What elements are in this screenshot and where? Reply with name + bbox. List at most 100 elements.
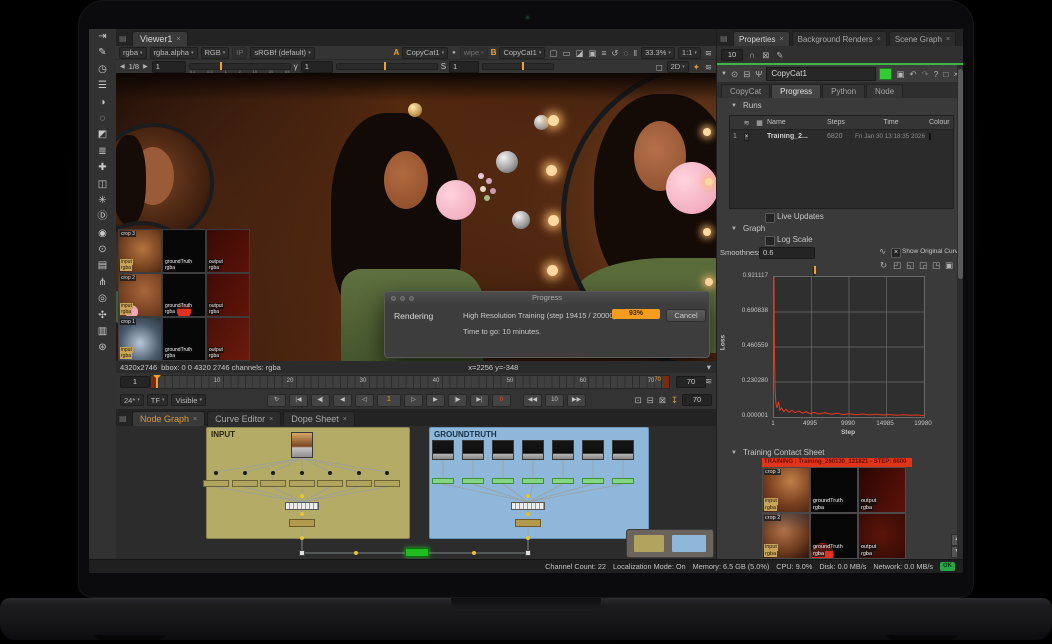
goto-start-button[interactable]: |◀ (289, 394, 308, 407)
viewer-tab[interactable]: Viewer1 × (132, 31, 188, 46)
shuffle-node[interactable] (515, 519, 541, 527)
viewer-canvas[interactable]: crop 3 inputrgba groundTruthrgba outputr… (116, 73, 716, 361)
read-node[interactable] (462, 440, 484, 460)
shuffle-green-node[interactable] (432, 478, 454, 484)
shuffle-green-node[interactable] (522, 478, 544, 484)
pane-grip-icon[interactable]: ▤ (119, 33, 129, 44)
proxy-ratio-dropdown[interactable]: 1:1▾ (678, 47, 701, 59)
close-icon[interactable]: × (193, 416, 197, 423)
wipe-center-icon[interactable]: ● (451, 48, 457, 58)
cancel-button[interactable]: Cancel (666, 309, 706, 322)
node-color-swatch[interactable] (879, 68, 892, 80)
shuffle-green-node[interactable] (582, 478, 604, 484)
plot-area[interactable] (773, 276, 925, 418)
tab-background-renders[interactable]: Background Renders × (792, 31, 887, 46)
roi-icon[interactable]: ◌ (623, 48, 630, 58)
copycat-node[interactable] (405, 548, 429, 557)
close-icon[interactable]: × (269, 416, 273, 423)
views-tool-icon[interactable]: ◉ (89, 226, 116, 242)
collapse-icon[interactable]: ▼ (721, 71, 727, 77)
playhead[interactable] (156, 376, 158, 388)
b-input-dropdown[interactable]: CopyCat1▾ (499, 47, 545, 59)
edge-marker[interactable] (526, 512, 530, 516)
play-forward-button[interactable]: ▶ (426, 394, 445, 407)
channel-tool-icon[interactable]: ☰ (89, 78, 116, 94)
next-keyframe-button[interactable]: |▶ (448, 394, 467, 407)
display-channel-dropdown[interactable]: RGB▾ (201, 47, 230, 59)
air-ml-tool-icon[interactable]: ⋔ (89, 275, 116, 291)
jump-back-button[interactable]: ◀◀ (523, 394, 542, 407)
keyer-tool-icon[interactable]: ◩ (89, 127, 116, 143)
close-icon[interactable]: × (779, 36, 783, 43)
collapse-icon[interactable]: ▾ (706, 362, 712, 372)
edge-marker[interactable] (300, 536, 304, 540)
fps-dropdown[interactable]: 24*▾ (120, 394, 144, 406)
dot-node[interactable] (357, 471, 361, 475)
shuffle-green-node[interactable] (612, 478, 634, 484)
close-icon[interactable]: × (343, 416, 347, 423)
smoothness-input[interactable]: 0.6 (759, 247, 815, 259)
gain-slider[interactable]: 0.10.212102064 (189, 63, 291, 70)
clear-panels-icon[interactable]: ⊠ (761, 50, 770, 60)
ofx-tool-icon[interactable]: ✣ (89, 308, 116, 324)
toolsets-tool-icon[interactable]: ▤ (89, 258, 116, 274)
visibility-dropdown[interactable]: Visible▾ (171, 394, 205, 406)
contactsheet-node[interactable] (285, 502, 319, 510)
crop-node[interactable] (232, 480, 258, 487)
zoom-level-dropdown[interactable]: 33.3%▾ (641, 47, 675, 59)
draw-tool-icon[interactable]: ✎ (89, 45, 116, 61)
center-node-icon[interactable]: ⊙ (730, 69, 739, 79)
loss-chart[interactable]: Loss 0.921117 0.690838 0.460559 0.230280… (717, 269, 963, 441)
tab-node-graph[interactable]: Node Graph × (132, 411, 205, 426)
alpha-dropdown[interactable]: rgba.alpha▾ (150, 47, 198, 59)
read-node[interactable] (552, 440, 574, 460)
roi-box-icon[interactable]: ◻ (655, 62, 664, 72)
edge-marker[interactable] (300, 512, 304, 516)
crop-node[interactable] (260, 480, 286, 487)
scrollbar-thumb[interactable] (958, 69, 963, 279)
traffic-close-icon[interactable] (391, 296, 396, 301)
tab-node[interactable]: Node (866, 84, 903, 98)
wire-endpoint[interactable] (525, 550, 531, 556)
redo-icon[interactable]: ↷ (920, 69, 929, 79)
play-backward-button[interactable]: ◀ (333, 394, 352, 407)
log-scale-checkbox[interactable] (765, 236, 775, 246)
float-panel-icon[interactable]: ▣ (895, 69, 905, 79)
wipe-overlay-icon[interactable]: ◪ (574, 48, 584, 58)
section-collapse-icon[interactable]: ▼ (731, 450, 737, 456)
frame-increment-input[interactable]: 10 (545, 394, 564, 407)
stop-button[interactable]: 0 (492, 394, 511, 407)
dot-node[interactable] (300, 471, 304, 475)
tab-properties[interactable]: Properties × (733, 31, 790, 46)
other-tool-icon[interactable]: ◎ (89, 291, 116, 307)
range-end-input[interactable]: 70 (676, 376, 706, 388)
loop-mode-button[interactable]: ↻ (267, 394, 286, 407)
tab-scene-graph[interactable]: Scene Graph × (889, 31, 956, 46)
jump-forward-button[interactable]: ▶▶ (567, 394, 586, 407)
sat-slider-handle[interactable] (522, 62, 524, 70)
wire-endpoint[interactable] (299, 550, 305, 556)
tf-dropdown[interactable]: TF▾ (147, 394, 169, 406)
tab-curve-editor[interactable]: Curve Editor × (207, 411, 281, 426)
metadata-tool-icon[interactable]: ⊙ (89, 242, 116, 258)
key-icon[interactable]: Ψ (754, 69, 763, 79)
fullframe-icon[interactable]: ▢ (548, 48, 558, 58)
help-icon[interactable]: ? (933, 69, 940, 79)
particles-tool-icon[interactable]: ✳ (89, 193, 116, 209)
goto-end-button[interactable]: ▶| (470, 394, 489, 407)
row-grip-icon[interactable]: ≋ (704, 376, 713, 386)
max-panels-input[interactable]: 10 (721, 49, 743, 61)
fstop-down-icon[interactable]: ◀ (119, 62, 126, 72)
sheet-cell-output[interactable]: outputrgba (858, 513, 906, 559)
3d-tool-icon[interactable]: ◫ (89, 177, 116, 193)
runs-table[interactable]: ≋ ▦ Name Steps Time Colour 1 × Training_… (729, 115, 954, 209)
sat-slider[interactable] (482, 63, 554, 70)
edge-marker[interactable] (526, 536, 530, 540)
runs-table-row[interactable]: 1 × Training_2... 6820 Fri Jan 30 13:18:… (730, 130, 953, 143)
row-grip-icon[interactable]: ≋ (704, 62, 713, 72)
prev-keyframe-button[interactable]: ◀| (311, 394, 330, 407)
proxy-icon[interactable]: ▭ (561, 48, 571, 58)
delete-run-button[interactable]: × (744, 133, 750, 141)
viewer-lut-dropdown[interactable]: sRGBf (default)▾ (250, 47, 314, 59)
crop-node[interactable] (289, 480, 315, 487)
